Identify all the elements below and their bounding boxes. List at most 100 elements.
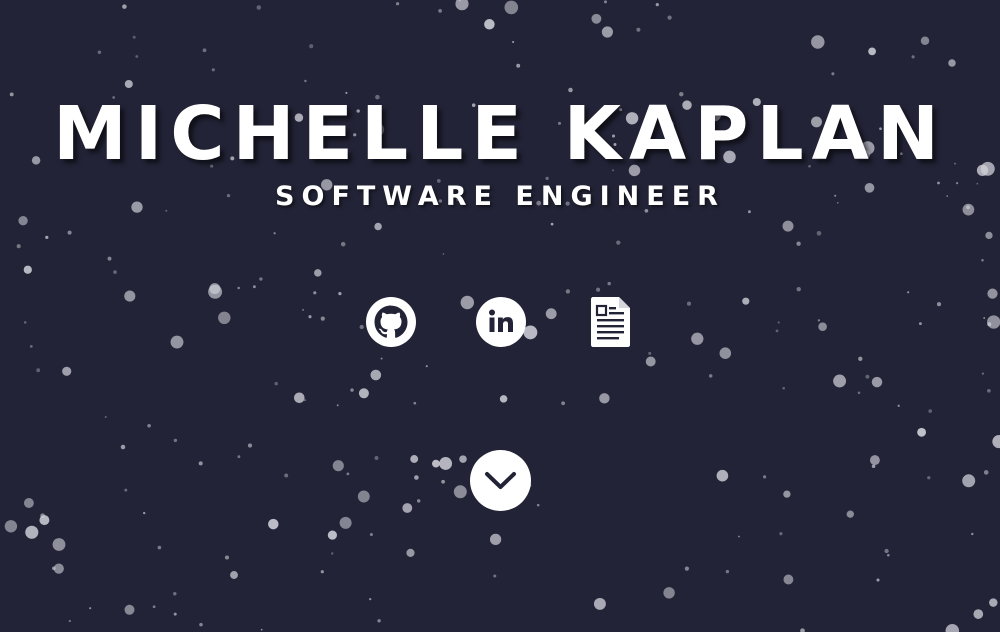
snow-particle (601, 26, 613, 38)
snow-particle (260, 628, 263, 631)
snow-particle (338, 291, 342, 296)
snow-particle (663, 587, 675, 599)
hero-section: MICHELLE KAPLAN SOFTWARE ENGINEER (0, 0, 1000, 632)
snow-particle (406, 548, 415, 557)
snow-particle (416, 499, 421, 503)
snow-particle (777, 321, 780, 324)
snow-particle (716, 469, 729, 482)
snow-particle (340, 241, 346, 247)
snow-particle (536, 503, 540, 507)
snow-particle (339, 516, 352, 529)
snow-particle (332, 460, 344, 472)
snow-particle (218, 311, 231, 325)
snow-particle (985, 231, 993, 240)
snow-particle (460, 295, 475, 310)
snow-particle (350, 388, 354, 392)
chevron-down-icon (485, 472, 516, 489)
snow-particle (268, 518, 279, 530)
scroll-down-button[interactable] (470, 450, 531, 511)
snow-particle (636, 27, 641, 32)
snow-particle (911, 55, 915, 59)
snow-particle (645, 356, 656, 367)
linkedin-icon (476, 297, 526, 347)
snow-particle (512, 40, 515, 44)
snow-particle (565, 289, 571, 294)
snow-particle (928, 409, 932, 413)
snow-particle (410, 455, 419, 463)
snow-particle (413, 401, 417, 405)
snow-particle (252, 285, 256, 289)
snow-particle (374, 456, 379, 460)
snow-particle (593, 597, 606, 610)
snow-particle (199, 622, 203, 627)
snow-particle (23, 265, 32, 274)
snow-particle (833, 374, 847, 388)
snow-particle (39, 515, 50, 526)
snow-particle (358, 388, 369, 399)
snow-particle (374, 222, 382, 231)
snow-particle (489, 533, 502, 546)
snow-particle (948, 59, 956, 67)
snow-particle (865, 374, 870, 379)
snow-particle (817, 319, 821, 322)
snow-particle (113, 270, 117, 274)
snow-particle (981, 372, 985, 375)
snow-particle (97, 50, 102, 54)
snow-particle (818, 322, 827, 331)
snow-particle (124, 79, 133, 89)
snow-particle (897, 404, 900, 407)
snow-particle (402, 503, 413, 513)
snow-particle (256, 5, 262, 10)
snow-particle (320, 316, 325, 321)
snow-particle (230, 571, 238, 579)
snow-particle (308, 315, 312, 319)
snow-particle (309, 44, 314, 49)
snow-particle (962, 474, 976, 488)
snow-particle (983, 470, 989, 475)
snow-particle (868, 47, 876, 56)
snow-particle (796, 287, 801, 292)
hero-job-title: SOFTWARE ENGINEER (275, 181, 725, 212)
snow-particle (51, 566, 56, 571)
snow-particle (779, 532, 783, 536)
snow-particle (719, 347, 732, 359)
snow-particle (23, 498, 34, 508)
snow-particle (945, 624, 960, 632)
snow-particle (25, 525, 39, 539)
snow-particle (320, 570, 324, 574)
hero-name: MICHELLE KAPLAN (53, 91, 947, 177)
snow-particle (655, 2, 659, 7)
snow-particle (858, 356, 863, 361)
snow-particle (987, 315, 1000, 329)
snow-particle (708, 374, 713, 378)
snow-particle (380, 357, 383, 360)
snow-particle (68, 619, 71, 623)
snow-particle (273, 232, 276, 235)
github-link[interactable] (365, 296, 417, 348)
snow-particle (122, 4, 127, 9)
resume-document-icon (591, 297, 630, 347)
snow-particle (441, 479, 445, 484)
snow-particle (211, 68, 215, 72)
snow-particle (504, 0, 519, 15)
snow-particle (775, 329, 779, 333)
snow-particle (18, 216, 28, 226)
snow-particle (336, 404, 339, 407)
snow-particle (369, 532, 373, 537)
snow-particle (346, 472, 350, 476)
snow-particle (432, 459, 440, 468)
snow-particle (198, 461, 203, 466)
linkedin-link[interactable] (475, 296, 527, 348)
snow-particle (987, 388, 991, 393)
snow-particle (202, 48, 207, 53)
snow-particle (414, 475, 419, 480)
snow-particle (327, 530, 337, 540)
snow-particle (36, 368, 41, 373)
snow-particle (846, 510, 854, 518)
snow-particle (783, 490, 791, 498)
snow-particle (831, 72, 835, 76)
snow-particle (135, 55, 139, 58)
snow-particle (357, 490, 370, 503)
snow-particle (152, 605, 156, 609)
resume-link[interactable] (585, 296, 637, 348)
